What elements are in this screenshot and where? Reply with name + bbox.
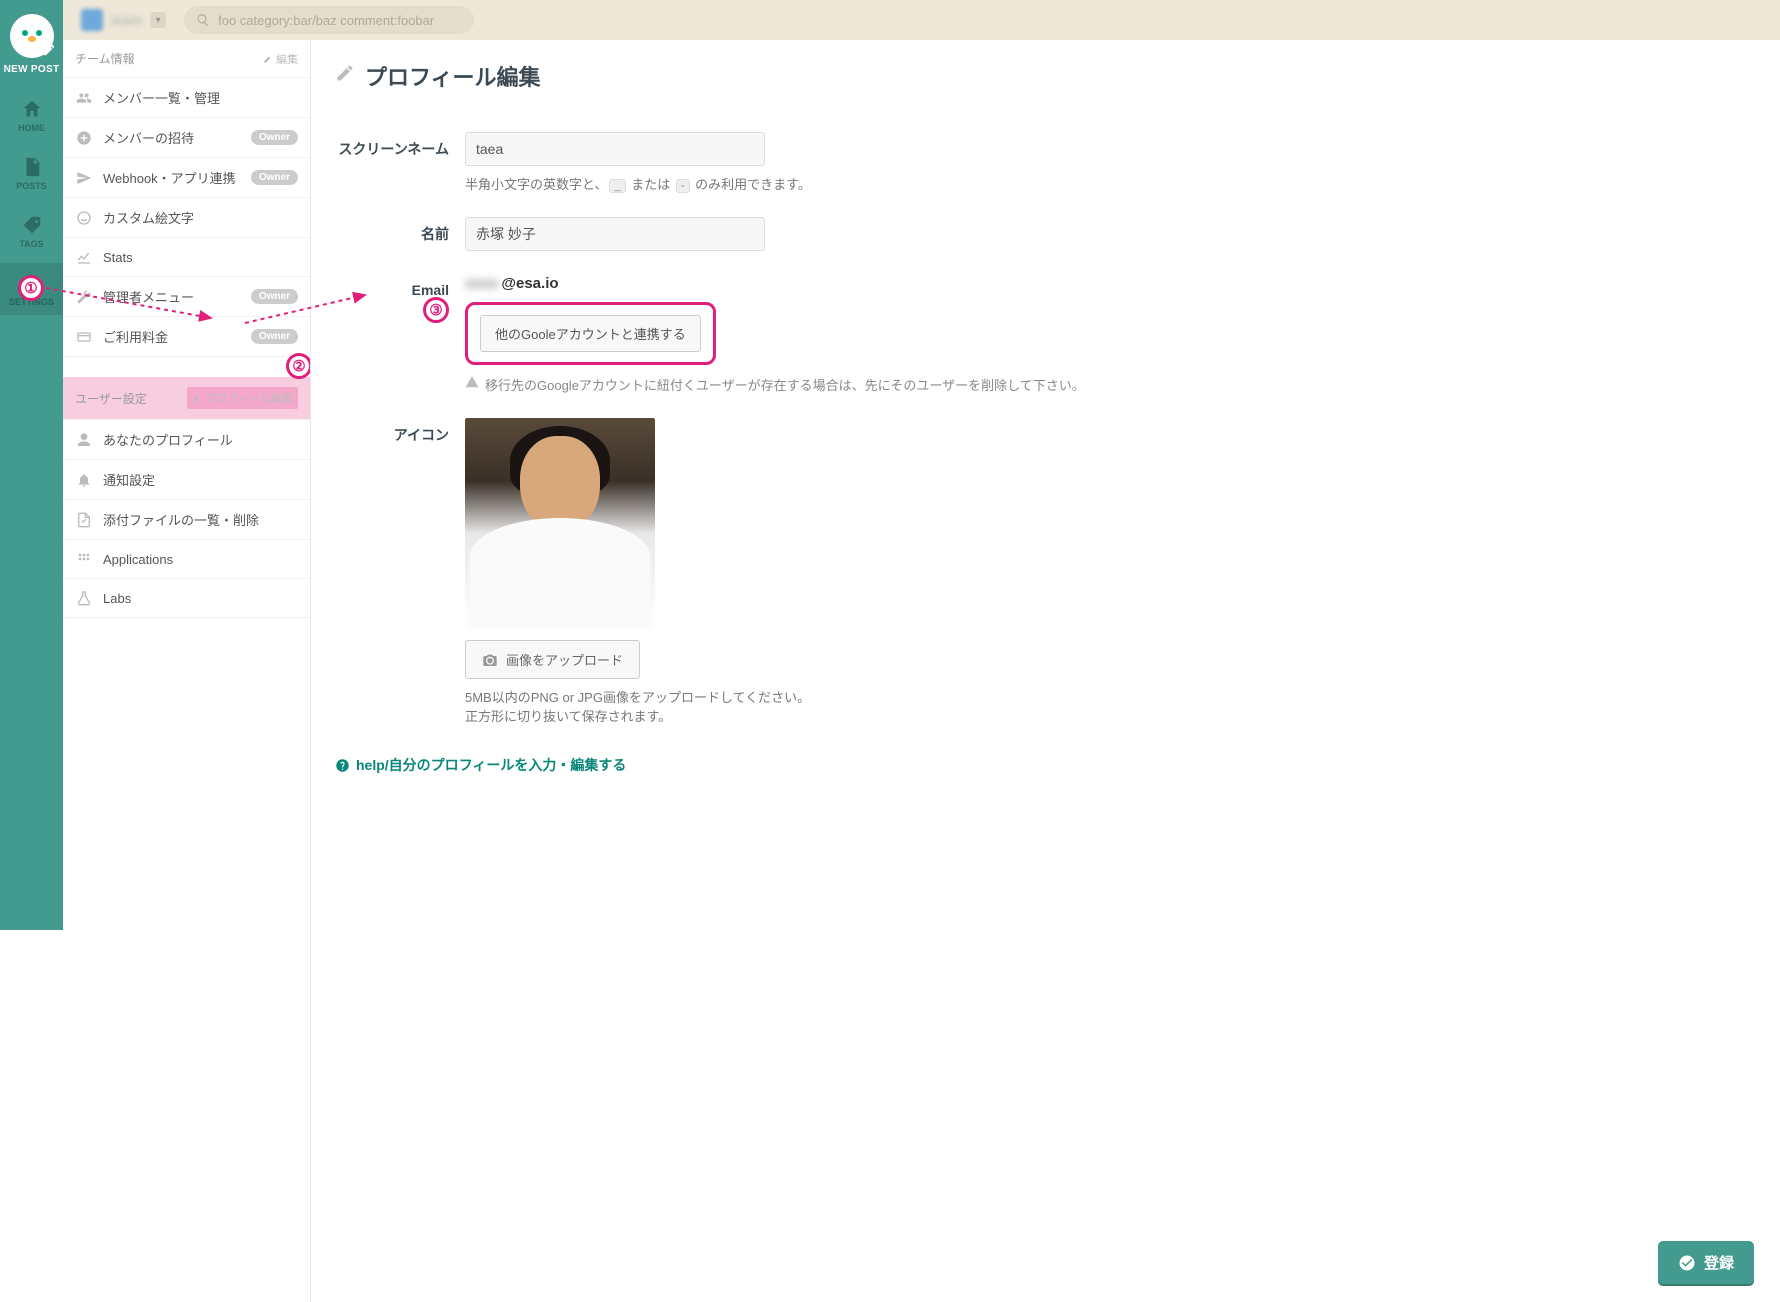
sidebar-item-attachments[interactable]: 添付ファイルの一覧・削除 — [63, 499, 310, 539]
owner-badge: Owner — [251, 130, 298, 145]
sidebar-item-invite[interactable]: メンバーの招待 Owner — [63, 117, 310, 157]
pencil-icon — [335, 63, 355, 89]
annotation-marker-2: ② — [286, 353, 311, 379]
sidebar-item-members[interactable]: メンバー一覧・管理 — [63, 77, 310, 117]
new-post-button[interactable] — [10, 14, 54, 58]
label-icon: アイコン — [335, 418, 465, 445]
top-bar: team ▾ foo category:bar/baz comment:foob… — [63, 0, 1272, 40]
sidebar-section-user: ユーザー設定 プロフィール編集 ② — [63, 377, 310, 419]
owner-badge: Owner — [251, 329, 298, 344]
users-icon — [75, 89, 93, 107]
label-name: 名前 — [335, 217, 465, 244]
new-post-label: NEW POST — [4, 64, 60, 75]
sidebar-item-notifications[interactable]: 通知設定 — [63, 459, 310, 499]
team-name: team — [111, 12, 142, 28]
team-selector[interactable]: team ▾ — [73, 5, 174, 35]
owner-badge: Owner — [251, 170, 298, 185]
sidebar-item-admin[interactable]: 管理者メニュー Owner — [63, 276, 310, 316]
file-icon — [75, 511, 93, 529]
hint-screenname: 半角小文字の英数字と、_ または - のみ利用できます。 — [465, 174, 1105, 193]
label-email: Email — [335, 275, 465, 298]
sidebar-item-applications[interactable]: Applications — [63, 539, 310, 578]
annotation-marker-3: ③ — [423, 297, 449, 323]
email-value: xxxx@esa.io — [465, 275, 1105, 292]
wrench-icon — [75, 288, 93, 306]
plus-circle-icon — [75, 129, 93, 147]
rail-home[interactable]: HOME — [0, 89, 63, 141]
sidebar-item-profile[interactable]: あなたのプロフィール — [63, 419, 310, 459]
pencil-icon — [42, 43, 56, 60]
apps-icon — [75, 550, 93, 568]
input-screenname[interactable] — [465, 132, 765, 166]
card-icon — [75, 328, 93, 346]
team-icon — [81, 9, 103, 31]
sidebar-section-team: チーム情報 編集 — [63, 40, 310, 77]
camera-icon — [482, 652, 498, 668]
settings-sidebar: チーム情報 編集 メンバー一覧・管理 メンバーの招待 Owner Webhook… — [63, 40, 311, 930]
send-icon — [75, 169, 93, 187]
pencil-icon — [192, 393, 202, 403]
team-edit-link[interactable]: 編集 — [263, 51, 298, 67]
flask-icon — [75, 589, 93, 607]
tags-icon — [21, 214, 43, 236]
sidebar-item-webhook[interactable]: Webhook・アプリ連携 Owner — [63, 157, 310, 197]
profile-edit-link[interactable]: プロフィール編集 — [187, 387, 298, 409]
search-icon — [196, 13, 210, 27]
main-content: プロフィール編集 スクリーンネーム 半角小文字の英数字と、_ または - のみ利… — [311, 40, 1272, 930]
email-warning: 移行先のGoogleアカウントに紐付くユーザーが存在する場合は、先にそのユーザー… — [465, 375, 1105, 394]
home-icon — [21, 98, 43, 120]
user-icon — [75, 431, 93, 449]
chevron-down-icon: ▾ — [150, 12, 166, 28]
help-link[interactable]: help/自分のプロフィールを入力・編集する — [335, 755, 1272, 775]
input-name[interactable] — [465, 217, 765, 251]
sidebar-item-billing[interactable]: ご利用料金 Owner — [63, 316, 310, 356]
smile-icon — [75, 209, 93, 227]
google-link-highlight: 他のGooleアカウントと連携する — [465, 302, 716, 365]
search-input[interactable]: foo category:bar/baz comment:foobar — [184, 6, 474, 34]
annotation-marker-1: ① — [18, 275, 44, 301]
sidebar-item-stats[interactable]: Stats — [63, 237, 310, 276]
label-screenname: スクリーンネーム — [335, 132, 465, 159]
page-title: プロフィール編集 — [335, 60, 1272, 92]
rail-tags[interactable]: TAGS — [0, 205, 63, 257]
warning-icon — [465, 375, 479, 389]
help-icon — [335, 758, 350, 773]
rail-posts[interactable]: POSTS — [0, 147, 63, 199]
hint-icon: 5MB以内のPNG or JPG画像をアップロードしてください。 正方形に切り抜… — [465, 687, 1105, 725]
owner-badge: Owner — [251, 289, 298, 304]
avatar-image — [465, 418, 655, 628]
nav-rail: NEW POST HOME POSTS TAGS SETTINGS ① — [0, 0, 63, 930]
chart-icon — [75, 248, 93, 266]
sidebar-item-labs[interactable]: Labs — [63, 578, 310, 617]
bell-icon — [75, 471, 93, 489]
pencil-icon — [263, 54, 273, 64]
document-icon — [21, 156, 43, 178]
link-google-button[interactable]: 他のGooleアカウントと連携する — [480, 315, 701, 352]
sidebar-item-emoji[interactable]: カスタム絵文字 — [63, 197, 310, 237]
upload-image-button[interactable]: 画像をアップロード — [465, 640, 640, 679]
